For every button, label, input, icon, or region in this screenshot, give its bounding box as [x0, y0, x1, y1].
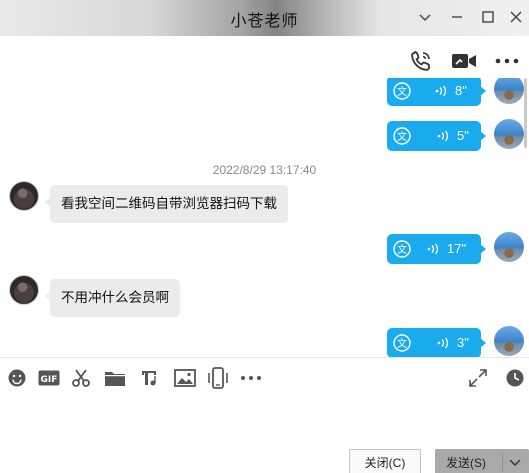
history-icon[interactable] [504, 367, 526, 389]
chevron-down-icon[interactable] [507, 454, 523, 470]
audio-wave-icon [427, 243, 438, 255]
voice-duration: 17" [447, 241, 467, 256]
voice-call-icon[interactable] [407, 48, 435, 74]
chevron-down-icon[interactable] [414, 6, 436, 28]
avatar[interactable] [9, 181, 39, 211]
audio-wave-icon [435, 85, 446, 97]
more-icon[interactable] [493, 48, 521, 74]
avatar[interactable] [494, 326, 524, 356]
scrollbar[interactable] [524, 78, 527, 148]
svg-text:文: 文 [397, 85, 407, 98]
expand-icon[interactable] [467, 367, 489, 389]
svg-text:文: 文 [397, 130, 407, 143]
send-button[interactable]: 发送(S) [435, 449, 529, 473]
voice-duration: 3" [457, 335, 469, 350]
send-button-label[interactable]: 发送(S) [435, 449, 497, 473]
gif-icon[interactable]: GIF [37, 367, 61, 389]
speech-to-text-icon[interactable]: 文 [392, 239, 412, 259]
speech-to-text-icon[interactable]: 文 [392, 81, 412, 101]
folder-icon[interactable] [103, 367, 127, 389]
voice-message[interactable]: 文 5" [387, 121, 486, 151]
divider [0, 357, 529, 358]
voice-duration: 8" [455, 83, 467, 98]
close-button[interactable]: 关闭(C) [349, 449, 421, 473]
text-message[interactable]: 不用冲什么会员啊 [45, 279, 180, 317]
maximize-icon[interactable] [477, 6, 499, 28]
speech-to-text-icon[interactable]: 文 [392, 126, 412, 146]
voice-message[interactable]: 文 17" [387, 234, 486, 264]
more-icon[interactable] [239, 367, 263, 389]
voice-message[interactable]: 文 8" [387, 78, 486, 106]
music-icon[interactable] [138, 367, 160, 389]
title-bar: 小苍老师 [0, 0, 529, 36]
emoji-icon[interactable] [6, 367, 28, 389]
audio-wave-icon [437, 337, 448, 349]
send-button-separator [502, 453, 503, 471]
svg-text:文: 文 [397, 243, 407, 256]
svg-text:文: 文 [397, 337, 407, 350]
voice-message[interactable]: 文 3" [387, 328, 486, 358]
audio-wave-icon [437, 130, 448, 142]
minimize-icon[interactable] [446, 6, 468, 28]
message-timestamp: 2022/8/29 13:17:40 [212, 163, 317, 177]
svg-text:GIF: GIF [41, 375, 58, 385]
text-message[interactable]: 看我空间二维码自带浏览器扫码下载 [45, 185, 288, 223]
scissors-icon[interactable] [70, 367, 92, 389]
phone-shake-icon[interactable] [206, 367, 230, 389]
avatar[interactable] [9, 275, 39, 305]
avatar[interactable] [494, 119, 524, 149]
image-icon[interactable] [173, 367, 197, 389]
voice-duration: 5" [457, 128, 469, 143]
avatar[interactable] [494, 232, 524, 262]
video-call-icon[interactable] [450, 48, 478, 74]
avatar[interactable] [494, 78, 524, 104]
message-list[interactable]: 文 8" 文 5" 2022/8/29 13:17:40 看我空间二维码自带浏览… [0, 78, 529, 358]
close-icon[interactable] [505, 6, 527, 28]
speech-to-text-icon[interactable]: 文 [392, 333, 412, 353]
